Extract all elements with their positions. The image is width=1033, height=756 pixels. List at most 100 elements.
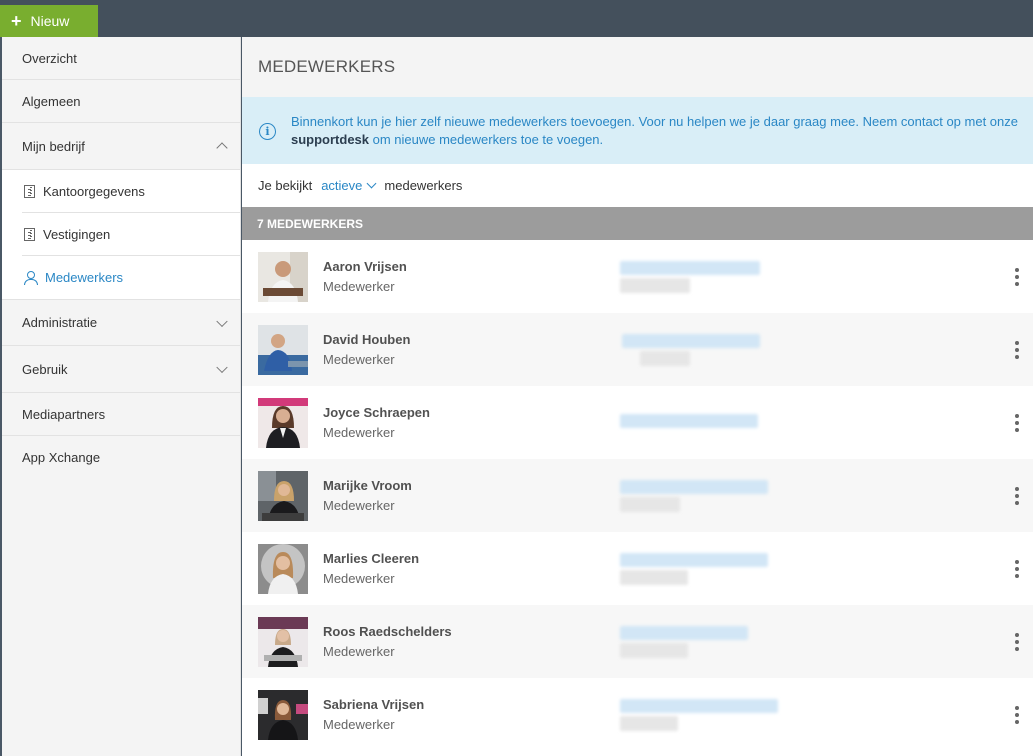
employee-row[interactable]: Roos Raedschelders Medewerker <box>242 605 1033 678</box>
sidebar-item-overzicht[interactable]: Overzicht <box>2 37 240 80</box>
employee-role: Medewerker <box>323 498 395 513</box>
info-icon: i <box>259 123 276 140</box>
employee-role: Medewerker <box>323 279 395 294</box>
avatar <box>258 689 308 740</box>
employee-name: Roos Raedschelders <box>323 624 452 639</box>
employee-row[interactable]: Joyce Schraepen Medewerker <box>242 386 1033 459</box>
employee-name: Sabriena Vrijsen <box>323 697 425 712</box>
employee-name: Aaron Vrijsen <box>323 259 407 274</box>
sidebar-item-algemeen[interactable]: Algemeen <box>2 80 240 123</box>
employee-info: Sabriena Vrijsen Medewerker <box>323 697 623 732</box>
employee-role: Medewerker <box>323 352 395 367</box>
building-icon <box>24 184 35 198</box>
info-text: Binnenkort kun je hier zelf nieuwe medew… <box>291 113 1025 149</box>
employee-name: Marlies Cleeren <box>323 551 420 566</box>
sidebar-item-kantoorgegevens[interactable]: Kantoorgegevens <box>22 170 240 213</box>
chevron-down-icon <box>366 178 377 189</box>
sidebar-item-label: Algemeen <box>22 93 81 109</box>
sidebar: Overzicht Algemeen Mijn bedrijf Kantoorg… <box>2 37 241 756</box>
status-filter-value: actieve <box>321 178 363 193</box>
chevron-down-icon <box>216 361 228 374</box>
employee-list: Aaron Vrijsen Medewerker David Houben Me… <box>242 240 1033 751</box>
new-button[interactable]: + Nieuw <box>0 5 98 37</box>
blurred-phone <box>640 351 690 366</box>
employee-count: 7 MEDEWERKERS <box>257 216 364 231</box>
info-banner: i Binnenkort kun je hier zelf nieuwe med… <box>242 97 1033 164</box>
employee-count-bar: 7 MEDEWERKERS <box>242 207 1033 240</box>
blurred-email <box>622 334 760 348</box>
sidebar-item-administratie[interactable]: Administratie <box>2 299 240 346</box>
status-filter-select[interactable]: actieve <box>321 178 377 193</box>
employee-row[interactable]: David Houben Medewerker <box>242 313 1033 386</box>
supportdesk-link[interactable]: supportdesk <box>291 132 369 147</box>
sidebar-item-mijn-bedrijf[interactable]: Mijn bedrijf <box>2 123 240 170</box>
sidebar-item-label: Medewerkers <box>45 270 124 285</box>
more-options-icon[interactable] <box>1013 340 1021 359</box>
info-text-before: Binnenkort kun je hier zelf nieuwe medew… <box>291 114 1018 129</box>
blurred-email <box>620 480 768 494</box>
blurred-phone <box>620 497 680 512</box>
employee-info: Joyce Schraepen Medewerker <box>323 405 623 440</box>
blurred-email <box>620 261 760 275</box>
blurred-email <box>620 626 748 640</box>
top-bar: + Nieuw <box>0 0 1033 37</box>
blurred-phone <box>620 716 678 731</box>
employee-role: Medewerker <box>323 717 395 732</box>
new-button-label: Nieuw <box>30 13 70 29</box>
avatar <box>258 543 308 594</box>
blurred-email <box>620 699 778 713</box>
chevron-down-icon <box>216 315 228 327</box>
blurred-phone <box>620 570 688 585</box>
blurred-email <box>620 414 758 428</box>
page-title: MEDEWERKERS <box>242 37 1033 97</box>
avatar <box>258 397 308 448</box>
sidebar-item-vestigingen[interactable]: Vestigingen <box>22 213 240 256</box>
employee-info: Marlies Cleeren Medewerker <box>323 551 623 586</box>
employee-name: Joyce Schraepen <box>323 405 430 420</box>
sidebar-item-label: App Xchange <box>22 450 101 465</box>
avatar <box>258 251 308 302</box>
avatar <box>258 616 308 667</box>
more-options-icon[interactable] <box>1013 632 1021 651</box>
filter-prefix: Je bekijkt <box>258 178 313 193</box>
employee-row[interactable]: Marijke Vroom Medewerker <box>242 459 1033 532</box>
employee-row[interactable]: Aaron Vrijsen Medewerker <box>242 240 1033 313</box>
filter-suffix: medewerkers <box>384 178 463 193</box>
blurred-email <box>620 553 768 567</box>
sidebar-item-label: Mijn bedrijf <box>22 138 85 154</box>
sidebar-item-label: Overzicht <box>22 50 77 66</box>
employee-row[interactable]: Sabriena Vrijsen Medewerker <box>242 678 1033 751</box>
main-content: MEDEWERKERS i Binnenkort kun je hier zel… <box>242 37 1033 756</box>
more-options-icon[interactable] <box>1013 267 1021 286</box>
blurred-phone <box>620 278 690 293</box>
sidebar-item-app-xchange[interactable]: App Xchange <box>2 436 240 479</box>
sidebar-submenu: Kantoorgegevens Vestigingen Medewerkers <box>2 170 240 299</box>
employee-info: Roos Raedschelders Medewerker <box>323 624 623 659</box>
user-icon <box>24 271 38 285</box>
employee-info: Aaron Vrijsen Medewerker <box>323 259 623 294</box>
avatar <box>258 324 308 375</box>
sidebar-item-gebruik[interactable]: Gebruik <box>2 346 240 393</box>
employee-row[interactable]: Marlies Cleeren Medewerker <box>242 532 1033 605</box>
employee-role: Medewerker <box>323 425 395 440</box>
employee-info: Marijke Vroom Medewerker <box>323 478 623 513</box>
info-text-after: om nieuwe medewerkers toe te voegen. <box>369 132 604 147</box>
chevron-up-icon <box>216 142 228 154</box>
sidebar-item-label: Administratie <box>22 315 98 330</box>
employee-info: David Houben Medewerker <box>323 332 623 367</box>
sidebar-item-label: Mediapartners <box>22 406 106 422</box>
sidebar-item-label: Vestigingen <box>43 226 111 242</box>
more-options-icon[interactable] <box>1013 559 1021 578</box>
more-options-icon[interactable] <box>1013 413 1021 432</box>
sidebar-item-medewerkers[interactable]: Medewerkers <box>22 256 240 299</box>
more-options-icon[interactable] <box>1013 486 1021 505</box>
building-icon <box>24 227 35 241</box>
filter-bar: Je bekijkt actieve medewerkers <box>242 164 1033 207</box>
blurred-phone <box>620 643 688 658</box>
more-options-icon[interactable] <box>1013 705 1021 724</box>
employee-name: Marijke Vroom <box>323 478 412 493</box>
employee-name: David Houben <box>323 332 411 347</box>
employee-role: Medewerker <box>323 644 395 659</box>
plus-icon: + <box>11 11 22 31</box>
sidebar-item-mediapartners[interactable]: Mediapartners <box>2 393 240 436</box>
